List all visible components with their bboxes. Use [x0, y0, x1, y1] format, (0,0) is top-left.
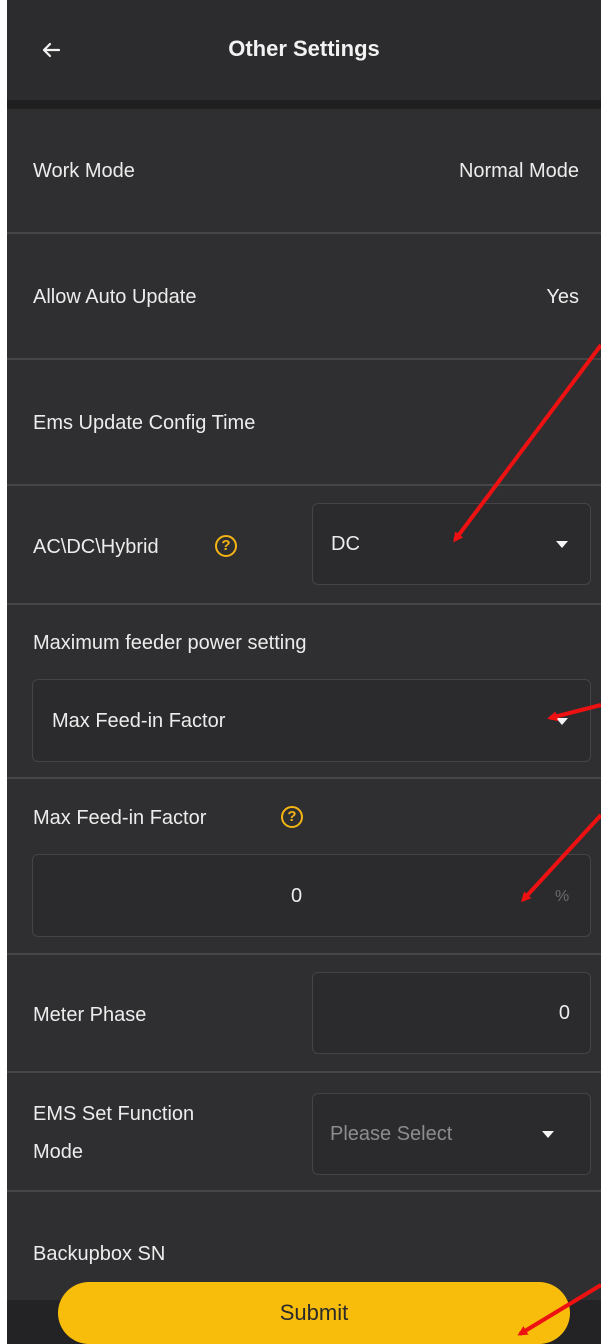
ac-dc-hybrid-selected-value: DC	[331, 533, 360, 555]
page-title: Other Settings	[228, 36, 380, 61]
ac-dc-hybrid-select[interactable]: DC	[312, 503, 591, 585]
divider	[7, 232, 601, 234]
divider	[7, 358, 601, 360]
ems-set-function-mode-select[interactable]: Please Select	[312, 1093, 591, 1175]
caret-down-icon	[542, 1131, 554, 1138]
work-mode-value[interactable]: Normal Mode	[459, 160, 579, 183]
divider	[7, 777, 601, 779]
meter-phase-input[interactable]: 0	[312, 972, 591, 1054]
auto-update-value[interactable]: Yes	[546, 286, 579, 309]
divider	[7, 1190, 601, 1192]
max-feeder-power-label: Maximum feeder power setting	[33, 632, 307, 654]
ems-set-function-mode-label-line1: EMS Set Function	[33, 1103, 195, 1125]
max-feed-in-factor-label: Max Feed-in Factor	[33, 807, 207, 829]
divider	[7, 953, 601, 955]
work-mode-label: Work Mode	[33, 160, 135, 182]
backupbox-sn-label: Backupbox SN	[33, 1243, 166, 1265]
ems-update-config-time-label[interactable]: Ems Update Config Time	[33, 412, 255, 435]
divider	[7, 603, 601, 605]
top-app-bar: Other Settings	[7, 0, 601, 100]
max-feeder-power-select[interactable]: Max Feed-in Factor	[32, 679, 591, 762]
caret-down-icon	[556, 718, 568, 725]
meter-phase-value: 0	[558, 1002, 570, 1024]
header-divider	[7, 100, 601, 109]
question-circle-icon[interactable]: ?	[281, 806, 303, 828]
question-circle-icon[interactable]: ?	[215, 535, 237, 557]
auto-update-label: Allow Auto Update	[33, 286, 197, 308]
ems-set-function-mode-placeholder: Please Select	[330, 1123, 453, 1145]
meter-phase-label: Meter Phase	[33, 1004, 147, 1026]
max-feed-in-factor-input[interactable]: 0 %	[32, 854, 591, 937]
caret-down-icon	[556, 541, 568, 548]
submit-button[interactable]: Submit	[58, 1282, 570, 1344]
divider	[7, 1071, 601, 1073]
ac-dc-hybrid-label: AC\DC\Hybrid	[33, 536, 159, 558]
ems-set-function-mode-label-line2: Mode	[33, 1141, 84, 1163]
max-feeder-power-selected-value: Max Feed-in Factor	[52, 710, 226, 732]
divider	[7, 484, 601, 486]
percent-unit: %	[555, 888, 570, 905]
max-feed-in-factor-value: 0	[291, 885, 303, 907]
settings-screen: Other Settings Work Mode Normal Mode All…	[7, 0, 601, 1344]
